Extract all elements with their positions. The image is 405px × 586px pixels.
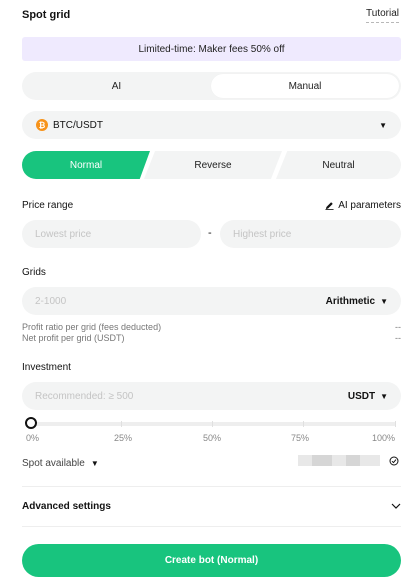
profit-ratio-label: Profit ratio per grid (fees deducted) xyxy=(22,322,162,332)
divider xyxy=(22,486,401,487)
currency-label: USDT xyxy=(347,390,376,402)
grids-field[interactable]: Arithmetic ▼ xyxy=(22,287,401,315)
grids-input[interactable] xyxy=(35,295,326,307)
net-profit-label: Net profit per grid (USDT) xyxy=(22,333,125,343)
chevron-down-icon xyxy=(391,501,401,512)
balance-redacted xyxy=(298,455,380,466)
slider-label-75: 75% xyxy=(291,433,310,443)
slider-label-100: 100% xyxy=(372,433,396,443)
promo-banner-text: Limited-time: Maker fees 50% off xyxy=(138,43,285,55)
grids-label: Grids xyxy=(22,267,46,278)
investment-input[interactable] xyxy=(35,390,348,402)
investment-slider-track[interactable] xyxy=(30,421,396,427)
strategy-tabs: Normal Reverse Neutral xyxy=(22,151,401,179)
price-range-separator: - xyxy=(208,227,212,239)
currency-select[interactable]: USDT ▼ xyxy=(348,391,388,402)
tab-ai[interactable]: AI xyxy=(24,74,209,98)
tab-normal[interactable]: Normal xyxy=(22,151,150,179)
tab-manual[interactable]: Manual xyxy=(211,74,399,98)
tutorial-link[interactable]: Tutorial xyxy=(366,8,399,23)
caret-down-icon: ▼ xyxy=(379,120,387,130)
caret-down-icon: ▼ xyxy=(90,459,99,468)
advanced-settings-toggle[interactable]: Advanced settings xyxy=(22,496,401,516)
create-bot-button[interactable]: Create bot (Normal) xyxy=(22,544,401,577)
grid-mode-select[interactable]: Arithmetic ▼ xyxy=(326,296,388,307)
lowest-price-field[interactable] xyxy=(22,220,201,248)
pair-select[interactable]: ₿ BTC/USDT ▼ xyxy=(22,111,401,139)
page-title: Spot grid xyxy=(22,9,71,21)
bitcoin-icon: ₿ xyxy=(36,119,48,131)
pair-label: BTC/USDT xyxy=(53,119,103,131)
caret-down-icon: ▼ xyxy=(380,391,388,401)
promo-banner[interactable]: Limited-time: Maker fees 50% off xyxy=(22,37,401,61)
divider xyxy=(22,526,401,527)
slider-label-50: 50% xyxy=(203,433,222,443)
ai-parameters-label: AI parameters xyxy=(338,200,401,211)
net-profit-row: Net profit per grid (USDT) -- xyxy=(22,333,401,343)
pen-icon xyxy=(325,201,334,210)
lowest-price-input[interactable] xyxy=(35,228,188,240)
slider-tick xyxy=(212,421,213,427)
advanced-settings-label: Advanced settings xyxy=(22,500,111,512)
highest-price-field[interactable] xyxy=(220,220,401,248)
profit-ratio-value: -- xyxy=(395,322,401,332)
investment-label: Investment xyxy=(22,362,71,373)
spot-available-label: Spot available xyxy=(22,458,85,469)
tab-reverse[interactable]: Reverse xyxy=(144,151,282,179)
investment-slider-thumb[interactable] xyxy=(25,417,37,429)
slider-tick xyxy=(121,421,122,427)
slider-tick xyxy=(303,421,304,427)
caret-down-icon: ▼ xyxy=(380,296,388,306)
slider-label-0: 0% xyxy=(26,433,40,443)
slider-tick xyxy=(395,421,396,427)
slider-label-25: 25% xyxy=(114,433,133,443)
tab-neutral[interactable]: Neutral xyxy=(276,151,401,179)
mode-toggle: AI Manual xyxy=(22,72,401,100)
net-profit-value: -- xyxy=(395,333,401,343)
investment-field[interactable]: USDT ▼ xyxy=(22,382,401,410)
refresh-icon[interactable] xyxy=(389,456,399,469)
highest-price-input[interactable] xyxy=(233,228,388,240)
spot-available-toggle[interactable]: Spot available ▼ xyxy=(22,458,99,469)
profit-ratio-row: Profit ratio per grid (fees deducted) -- xyxy=(22,322,401,332)
grid-mode-label: Arithmetic xyxy=(325,295,376,307)
price-range-label: Price range xyxy=(22,200,74,211)
ai-parameters-button[interactable]: AI parameters xyxy=(325,200,401,211)
